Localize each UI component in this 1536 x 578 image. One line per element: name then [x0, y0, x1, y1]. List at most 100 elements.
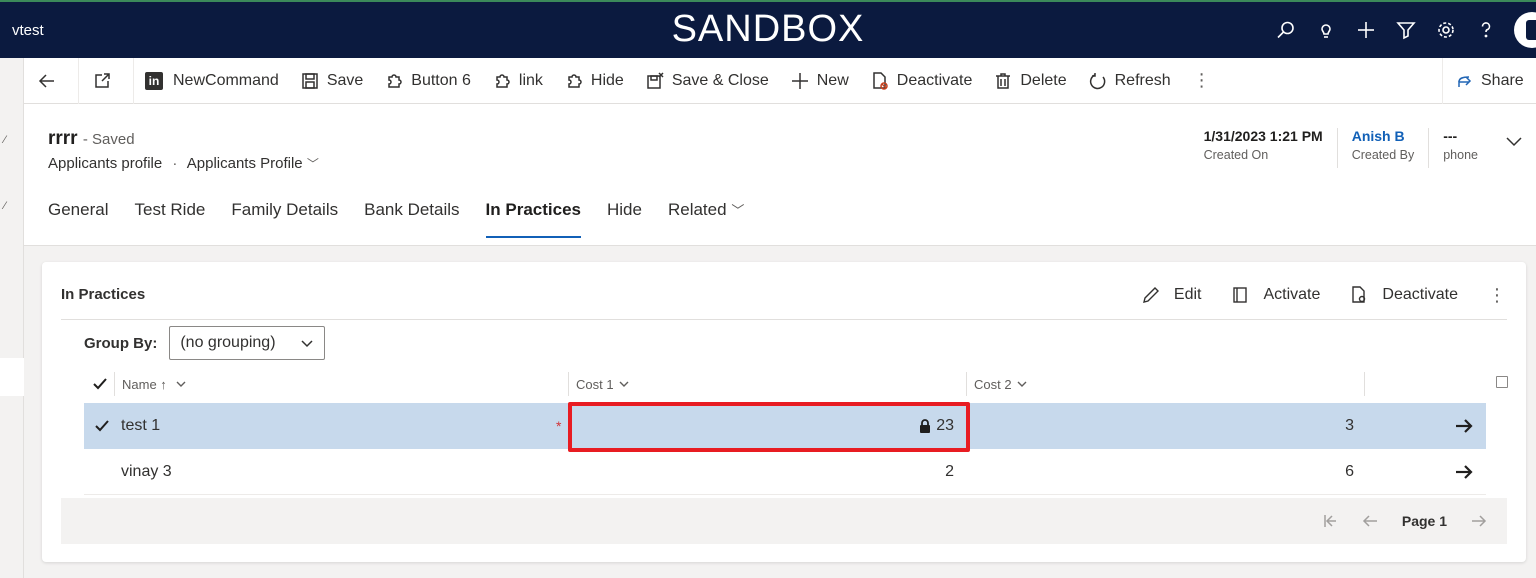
- group-by: Group By: (no grouping): [84, 326, 326, 360]
- record-subtitle: Applicants profile · Applicants Profile …: [48, 155, 319, 172]
- chevron-down-icon: ﹀: [306, 157, 319, 171]
- form-tabs: General Test Ride Family Details Bank De…: [48, 200, 770, 240]
- deactivate-icon: [1352, 286, 1366, 303]
- trash-icon: [994, 72, 1012, 90]
- chevron-down-icon: ﹀: [731, 203, 745, 218]
- cost-1-cell[interactable]: 2: [574, 449, 954, 495]
- open-new-window-icon: [93, 72, 111, 90]
- linkedin-icon: in: [145, 71, 163, 90]
- previous-page-icon[interactable]: [1362, 513, 1378, 529]
- highlight-box: [568, 402, 970, 452]
- grid-footer: Page 1: [61, 498, 1507, 544]
- group-by-select[interactable]: (no grouping): [169, 326, 326, 360]
- plus-icon: [791, 72, 809, 90]
- form-selector[interactable]: Applicants Profile ﹀: [187, 155, 319, 172]
- expand-header-button[interactable]: [1492, 128, 1536, 168]
- new-command-button[interactable]: in NewCommand: [134, 58, 290, 104]
- created-by-link[interactable]: Anish B: [1352, 128, 1415, 144]
- chevron-down-icon: [301, 340, 313, 348]
- puzzle-icon: [493, 72, 511, 90]
- cost-2-cell[interactable]: 3: [984, 403, 1354, 449]
- table-row[interactable]: vinay 3 2 6: [84, 449, 1486, 495]
- column-header-cost-2[interactable]: Cost 2: [966, 366, 1028, 402]
- link-button[interactable]: link: [482, 58, 554, 104]
- plus-icon[interactable]: [1346, 2, 1386, 58]
- select-all-checkbox[interactable]: [92, 366, 108, 402]
- open-record-button[interactable]: [1454, 449, 1474, 495]
- grid-header: Name ↑ Cost 1 Cost 2: [84, 366, 1508, 402]
- lightbulb-icon[interactable]: [1306, 2, 1346, 58]
- delete-button[interactable]: Delete: [983, 58, 1077, 104]
- open-new-window-button[interactable]: [79, 58, 133, 104]
- column-header-name[interactable]: Name ↑: [114, 366, 187, 402]
- group-by-label: Group By:: [84, 334, 158, 352]
- pager: Page 1: [1298, 498, 1487, 544]
- deactivate-button[interactable]: Deactivate: [860, 58, 984, 104]
- puzzle-icon: [385, 72, 403, 90]
- tab-related[interactable]: Related ﹀: [668, 200, 744, 240]
- pencil-icon: [1142, 287, 1159, 303]
- chevron-down-icon: [176, 381, 186, 387]
- open-record-button[interactable]: [1454, 403, 1474, 449]
- tab-general[interactable]: General: [48, 200, 108, 240]
- activate-button[interactable]: Activate: [1231, 286, 1320, 304]
- user-avatar[interactable]: [1514, 12, 1536, 48]
- name-cell[interactable]: test 1: [121, 403, 160, 449]
- edit-button[interactable]: Edit: [1142, 286, 1201, 304]
- save-and-close-button[interactable]: Save & Close: [635, 58, 780, 104]
- more-commands-button[interactable]: ⋮: [1182, 58, 1222, 104]
- row-checkbox[interactable]: [94, 403, 110, 449]
- header-field-created-by: Anish B Created By: [1336, 128, 1429, 168]
- puzzle-icon: [565, 72, 583, 90]
- filter-icon[interactable]: [1386, 2, 1426, 58]
- refresh-icon: [1089, 72, 1107, 90]
- save-close-icon: [646, 71, 664, 90]
- required-indicator: *: [556, 418, 562, 434]
- record-title: rrrr - Saved: [48, 128, 135, 150]
- command-bar: in NewCommand Save Button 6 link Hide Sa…: [24, 57, 1536, 104]
- gear-icon[interactable]: [1426, 2, 1466, 58]
- top-bar: vtest SANDBOX: [0, 0, 1536, 58]
- refresh-button[interactable]: Refresh: [1078, 58, 1182, 104]
- checkmark-icon: [95, 420, 109, 432]
- share-icon: [1458, 76, 1472, 87]
- hide-button[interactable]: Hide: [554, 58, 635, 104]
- record-header: rrrr - Saved Applicants profile · Applic…: [24, 104, 1536, 246]
- deactivate-button[interactable]: Deactivate: [1350, 286, 1458, 304]
- tab-in-practices[interactable]: In Practices: [485, 200, 582, 240]
- subgrid-actions: Edit Activate Deactivate ⋮: [1112, 278, 1506, 312]
- back-arrow-icon: [38, 72, 56, 90]
- checkmark-icon: [93, 378, 107, 390]
- save-button[interactable]: Save: [290, 58, 374, 104]
- tab-family-details[interactable]: Family Details: [231, 200, 338, 240]
- arrow-right-icon: [1456, 419, 1473, 433]
- header-fields: 1/31/2023 1:21 PM Created On Anish B Cre…: [1190, 128, 1536, 168]
- save-grid-icon[interactable]: [1496, 376, 1508, 388]
- tab-test-ride[interactable]: Test Ride: [134, 200, 205, 240]
- search-icon[interactable]: [1266, 2, 1306, 58]
- header-field-created-on: 1/31/2023 1:21 PM Created On: [1203, 128, 1323, 162]
- help-icon[interactable]: [1466, 2, 1506, 58]
- tab-bank-details[interactable]: Bank Details: [364, 200, 459, 240]
- chevron-down-icon: [619, 381, 629, 387]
- nav-chevron-icon[interactable]: ⁄: [4, 200, 6, 212]
- first-page-icon[interactable]: [1322, 513, 1338, 529]
- nav-chevron-icon[interactable]: ⁄: [4, 134, 6, 146]
- save-icon: [301, 72, 319, 90]
- more-options-button[interactable]: ⋮: [1488, 285, 1506, 306]
- activate-icon: [1233, 287, 1248, 303]
- button-6-button[interactable]: Button 6: [374, 58, 482, 104]
- tab-hide[interactable]: Hide: [607, 200, 642, 240]
- header-field-phone: --- phone: [1428, 128, 1492, 168]
- chevron-down-icon: [1017, 381, 1027, 387]
- next-page-icon[interactable]: [1471, 513, 1487, 529]
- back-button[interactable]: [24, 58, 78, 104]
- cost-2-cell[interactable]: 6: [984, 449, 1354, 495]
- arrow-right-icon: [1456, 465, 1473, 479]
- column-header-cost-1[interactable]: Cost 1: [568, 366, 630, 402]
- name-cell[interactable]: vinay 3: [121, 449, 172, 495]
- top-bar-icons: [1266, 2, 1536, 58]
- share-button[interactable]: Share: [1442, 58, 1536, 104]
- nav-selected-item[interactable]: [0, 358, 24, 396]
- new-button[interactable]: New: [780, 58, 860, 104]
